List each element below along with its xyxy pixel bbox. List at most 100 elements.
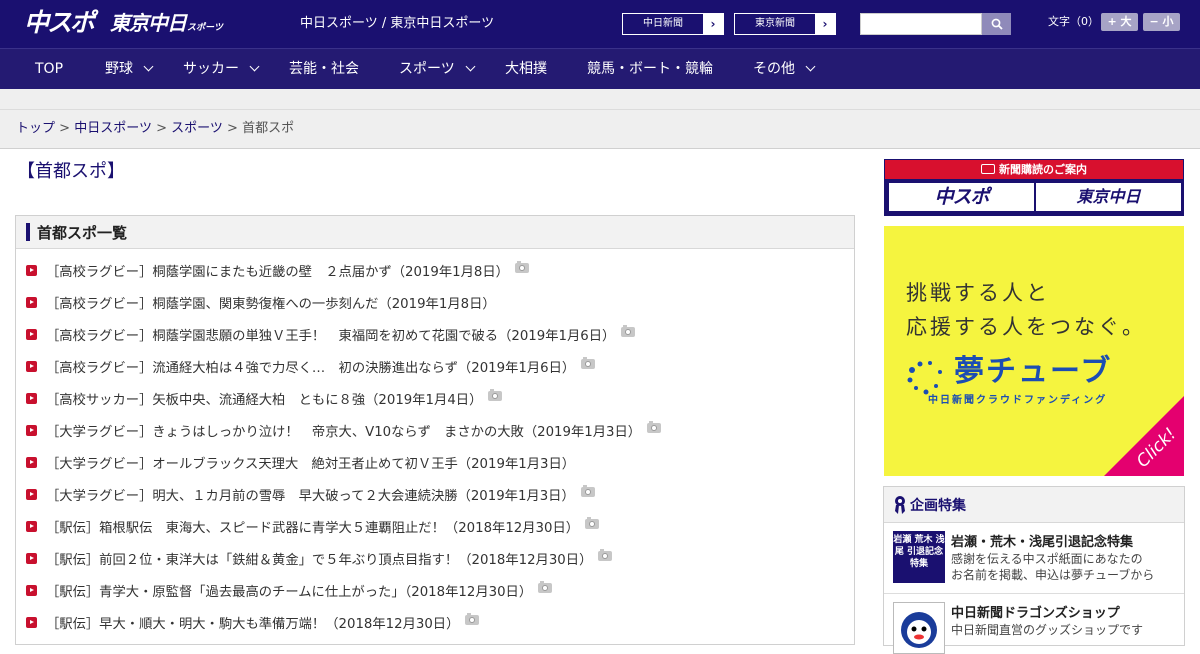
play-bullet-icon (26, 584, 37, 596)
camera-icon (647, 421, 662, 433)
chevron-down-icon (249, 61, 260, 72)
chuspo-logo[interactable]: 中スポ (24, 9, 95, 37)
camera-icon (621, 325, 636, 337)
page-title: 【首都スポ】 (17, 161, 125, 182)
search-icon (991, 18, 1003, 30)
breadcrumb: トップ > 中日スポーツ > スポーツ > 首都スポ (16, 121, 294, 137)
play-bullet-icon (26, 488, 37, 500)
feature-desc-line-1: 中日新聞直営のグッズショップです (951, 623, 1144, 637)
breadcrumb-top[interactable]: トップ (16, 121, 55, 136)
subscribe-chuspo-logo[interactable]: 中スポ (889, 183, 1034, 211)
nav-label: 大相撲 (505, 61, 547, 77)
global-nav: TOP 野球 サッカー 芸能・社会 スポーツ 大相撲 競馬・ボート・競輪 その他 (0, 48, 1200, 89)
mascot-icon (901, 612, 937, 648)
breadcrumb-separator: > (156, 121, 167, 136)
nav-item-entertainment[interactable]: 芸能・社会 (289, 49, 359, 90)
tokyo-shimbun-label: 東京新聞 (755, 18, 795, 29)
chunichi-shimbun-button[interactable]: 中日新聞 › (622, 13, 724, 35)
tokyo-chunichi-logo[interactable]: 東京中日スポーツ (110, 11, 223, 40)
list-item[interactable]: ［高校ラグビー］桐蔭学園にまたも近畿の壁 ２点届かず（2019年1月8日） (26, 260, 529, 280)
article-title: ［駅伝］前回２位・東洋大は「鉄紺＆黄金」で５年ぶり頂点目指す！（2018年12月… (46, 552, 593, 568)
yume-tube-ad-banner[interactable]: 挑戦する人と 応援する人をつなぐ。 夢チューブ 中日新聞クラウドファンディング … (884, 226, 1184, 476)
list-item[interactable]: ［高校ラグビー］桐蔭学園悲願の単独Ｖ王手！ 東福岡を初めて花園で破る（2019年… (26, 324, 636, 344)
article-list-box: 首都スポ一覧 ［高校ラグビー］桐蔭学園にまたも近畿の壁 ２点届かず（2019年1… (15, 215, 855, 645)
top-header: 中スポ 東京中日スポーツ 中日スポーツ / 東京中日スポーツ 中日新聞 › 東京… (0, 0, 1200, 48)
ribbon-icon (895, 496, 905, 514)
nav-item-other[interactable]: その他 (753, 49, 816, 90)
camera-icon (514, 261, 529, 273)
list-item[interactable]: ［駅伝］早大・順大・明大・駒大も準備万端！（2018年12月30日） (26, 612, 480, 632)
camera-icon (488, 389, 503, 401)
nav-label: その他 (753, 61, 795, 77)
nav-label: 野球 (105, 61, 133, 77)
nav-label: TOP (35, 61, 64, 77)
nav-item-racing[interactable]: 競馬・ボート・競輪 (587, 49, 713, 90)
nav-item-sports[interactable]: スポーツ (399, 49, 476, 90)
camera-icon (465, 613, 480, 625)
list-item[interactable]: ［大学ラグビー］きょうはしっかり泣け！ 帝京大、V10ならず まさかの大敗（20… (26, 420, 662, 440)
article-title: ［大学ラグビー］きょうはしっかり泣け！ 帝京大、V10ならず まさかの大敗（20… (46, 424, 642, 440)
subscription-header-text: 新聞購読のご案内 (999, 163, 1087, 176)
tokyo-logo-small: スポーツ (187, 23, 223, 33)
chevron-right-icon: › (703, 14, 723, 34)
heading-bar (26, 223, 30, 241)
font-increase-button[interactable]: + 大 (1101, 13, 1138, 31)
camera-icon (581, 357, 596, 369)
nav-item-sumo[interactable]: 大相撲 (505, 49, 547, 90)
article-title: ［駅伝］青学大・原監督「過去最高のチームに仕上がった」（2018年12月30日） (46, 584, 533, 600)
play-bullet-icon (26, 424, 37, 436)
list-heading: 首都スポ一覧 (37, 224, 128, 242)
search-button[interactable] (982, 13, 1011, 35)
list-item[interactable]: ［駅伝］青学大・原監督「過去最高のチームに仕上がった」（2018年12月30日） (26, 580, 553, 600)
camera-icon (538, 581, 553, 593)
subscribe-tokyo-logo[interactable]: 東京中日 (1036, 183, 1181, 211)
article-title: ［高校ラグビー］桐蔭学園悲願の単独Ｖ王手！ 東福岡を初めて花園で破る（2019年… (46, 328, 616, 344)
breadcrumb-current: 首都スポ (242, 121, 295, 136)
site-title: 中日スポーツ / 東京中日スポーツ (300, 16, 495, 31)
nav-label: 競馬・ボート・競輪 (587, 61, 713, 77)
list-item[interactable]: ［大学ラグビー］オールブラックス天理大 絶対王者止めて初Ｖ王手（2019年1月3… (26, 452, 575, 472)
article-title: ［駅伝］箱根駅伝 東海大、スピード武器に青学大５連覇阻止だ！（2018年12月3… (46, 520, 580, 536)
list-item[interactable]: ［高校ラグビー］流通経大柏は４強で力尽く… 初の決勝進出ならず（2019年1月6… (26, 356, 596, 376)
list-item[interactable]: ［高校ラグビー］桐蔭学園、関東勢復権への一歩刻んだ（2019年1月8日） (26, 292, 496, 312)
subscription-banner[interactable]: 新聞購読のご案内 中スポ 東京中日 (884, 159, 1184, 216)
play-bullet-icon (26, 296, 37, 308)
play-bullet-icon (26, 552, 37, 564)
feature-header: 企画特集 (884, 487, 1184, 523)
ad-line-2: 応援する人をつなぐ。 (906, 315, 1146, 339)
list-item[interactable]: ［駅伝］前回２位・東洋大は「鉄紺＆黄金」で５年ぶり頂点目指す！（2018年12月… (26, 548, 613, 568)
nav-item-soccer[interactable]: サッカー (183, 49, 260, 90)
chevron-down-icon (143, 61, 154, 72)
nav-label: 芸能・社会 (289, 61, 359, 77)
feature-desc-line-2: お名前を掲載、申込は夢チューブから (951, 568, 1155, 582)
feature-item-dragons-shop[interactable]: 中日新聞ドラゴンズショップ 中日新聞直営のグッズショップです (884, 594, 1184, 654)
ad-line-1: 挑戦する人と (906, 281, 1050, 305)
article-title: ［駅伝］早大・順大・明大・駒大も準備万端！（2018年12月30日） (46, 616, 460, 632)
chevron-down-icon (465, 61, 476, 72)
chevron-right-icon: › (815, 14, 835, 34)
list-item[interactable]: ［高校サッカー］矢板中央、流通経大柏 ともに８強（2019年1月4日） (26, 388, 503, 408)
tokyo-shimbun-button[interactable]: 東京新聞 › (734, 13, 836, 35)
play-bullet-icon (26, 264, 37, 276)
play-bullet-icon (26, 360, 37, 372)
nav-item-baseball[interactable]: 野球 (105, 49, 154, 90)
nav-item-top[interactable]: TOP (35, 49, 63, 90)
feature-box: 企画特集 岩瀬 荒木 浅尾 引退記念 特集 岩瀬・荒木・浅尾引退記念特集 感謝を… (883, 486, 1185, 654)
tokyo-logo-main: 東京中日 (110, 11, 187, 35)
font-decrease-button[interactable]: − 小 (1143, 13, 1180, 31)
article-title: ［大学ラグビー］オールブラックス天理大 絶対王者止めて初Ｖ王手（2019年1月3… (46, 456, 576, 472)
nav-label: スポーツ (399, 61, 455, 77)
search-input[interactable] (860, 13, 982, 35)
camera-icon (580, 485, 595, 497)
feature-item-retirement[interactable]: 岩瀬 荒木 浅尾 引退記念 特集 岩瀬・荒木・浅尾引退記念特集 感謝を伝える中ス… (884, 523, 1184, 594)
breadcrumb-sports[interactable]: スポーツ (171, 121, 223, 136)
ad-subtitle: 中日新聞クラウドファンディング (928, 395, 1108, 406)
article-title: ［高校サッカー］矢板中央、流通経大柏 ともに８強（2019年1月4日） (46, 392, 483, 408)
camera-icon (598, 549, 613, 561)
play-bullet-icon (26, 520, 37, 532)
breadcrumb-chunichi-sports[interactable]: 中日スポーツ (74, 121, 152, 136)
list-item[interactable]: ［駅伝］箱根駅伝 東海大、スピード武器に青学大５連覇阻止だ！（2018年12月3… (26, 516, 600, 536)
feature-title: 中日新聞ドラゴンズショップ (951, 606, 1120, 621)
breadcrumb-separator: > (227, 121, 238, 136)
list-item[interactable]: ［大学ラグビー］明大、１カ月前の雪辱 早大破って２大会連続決勝（2019年1月3… (26, 484, 595, 504)
